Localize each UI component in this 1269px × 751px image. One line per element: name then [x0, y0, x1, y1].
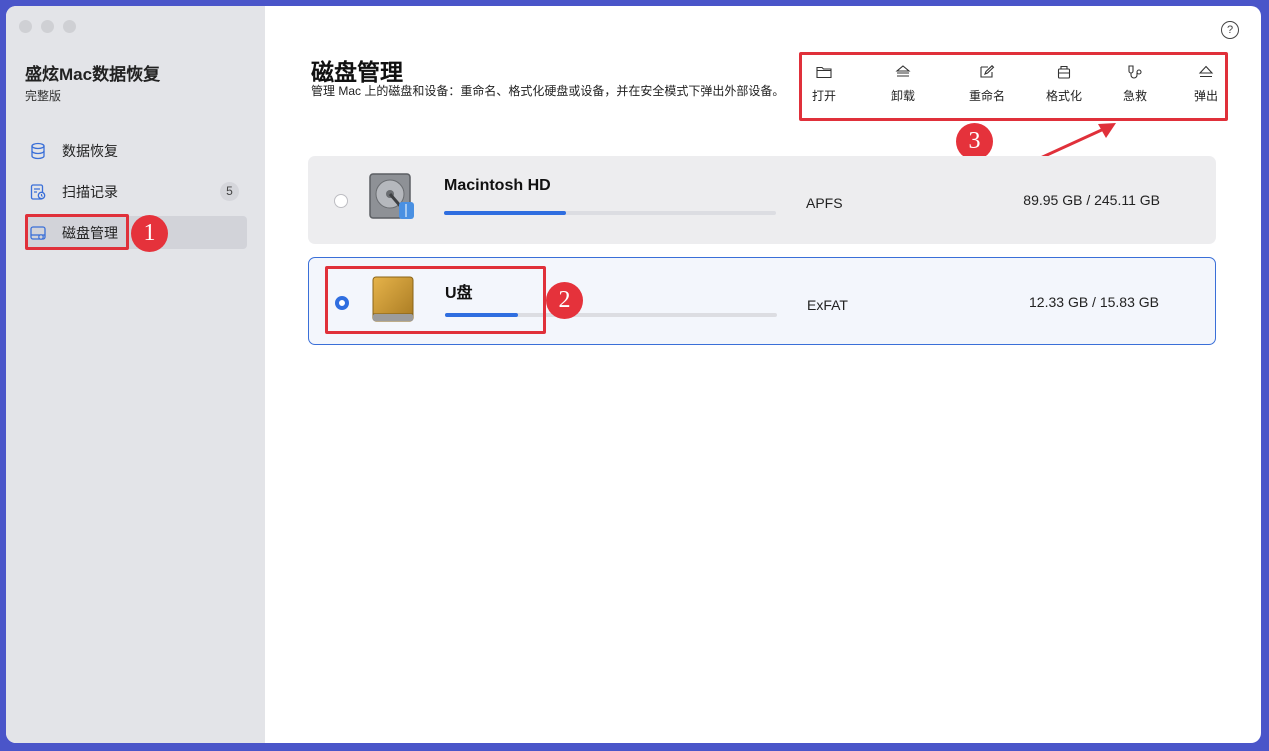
internal-hard-drive-icon [368, 172, 416, 222]
page-description: 管理 Mac 上的磁盘和设备：重命名、格式化硬盘或设备，并在安全模式下弹出外部设… [311, 84, 785, 98]
annotation-number-2: 2 [546, 282, 583, 319]
disk-capacity: 12.33 GB / 15.83 GB [1029, 294, 1159, 310]
annotation-box-1 [25, 214, 129, 250]
app-edition: 完整版 [25, 89, 62, 103]
scan-history-icon [28, 182, 48, 202]
window-controls [19, 20, 76, 33]
disk-usage-bar [444, 211, 776, 215]
app-window: 盛炫Mac数据恢复 完整版 数据恢复 扫描记录 5 磁盘管理 1 ? 磁盘管理 … [6, 6, 1261, 743]
disk-name: Macintosh HD [444, 177, 551, 194]
minimize-window-button[interactable] [41, 20, 54, 33]
app-title: 盛炫Mac数据恢复 [25, 65, 161, 84]
annotation-box-2 [325, 266, 546, 334]
sidebar-item-scan-history[interactable]: 扫描记录 5 [25, 175, 247, 208]
disk-filesystem: ExFAT [807, 297, 848, 313]
disk-capacity: 89.95 GB / 245.11 GB [1023, 192, 1160, 208]
close-window-button[interactable] [19, 20, 32, 33]
sidebar-item-label: 数据恢复 [62, 142, 118, 159]
zoom-window-button[interactable] [63, 20, 76, 33]
disk-row-macintosh-hd[interactable]: Macintosh HD APFS 89.95 GB / 245.11 GB [308, 156, 1216, 244]
sidebar: 盛炫Mac数据恢复 完整版 数据恢复 扫描记录 5 磁盘管理 [6, 6, 265, 743]
page-title: 磁盘管理 [311, 59, 403, 85]
annotation-number-3: 3 [956, 123, 993, 160]
annotation-number-1: 1 [131, 215, 168, 252]
annotation-box-3 [799, 52, 1228, 121]
sidebar-item-label: 扫描记录 [62, 183, 118, 200]
disk-usage-fill [444, 211, 566, 215]
disk-filesystem: APFS [806, 195, 843, 211]
help-icon[interactable]: ? [1221, 21, 1239, 39]
sidebar-item-data-recovery[interactable]: 数据恢复 [25, 134, 247, 167]
scan-count-badge: 5 [220, 182, 239, 201]
database-icon [28, 141, 48, 161]
disk-select-radio[interactable] [334, 194, 348, 208]
